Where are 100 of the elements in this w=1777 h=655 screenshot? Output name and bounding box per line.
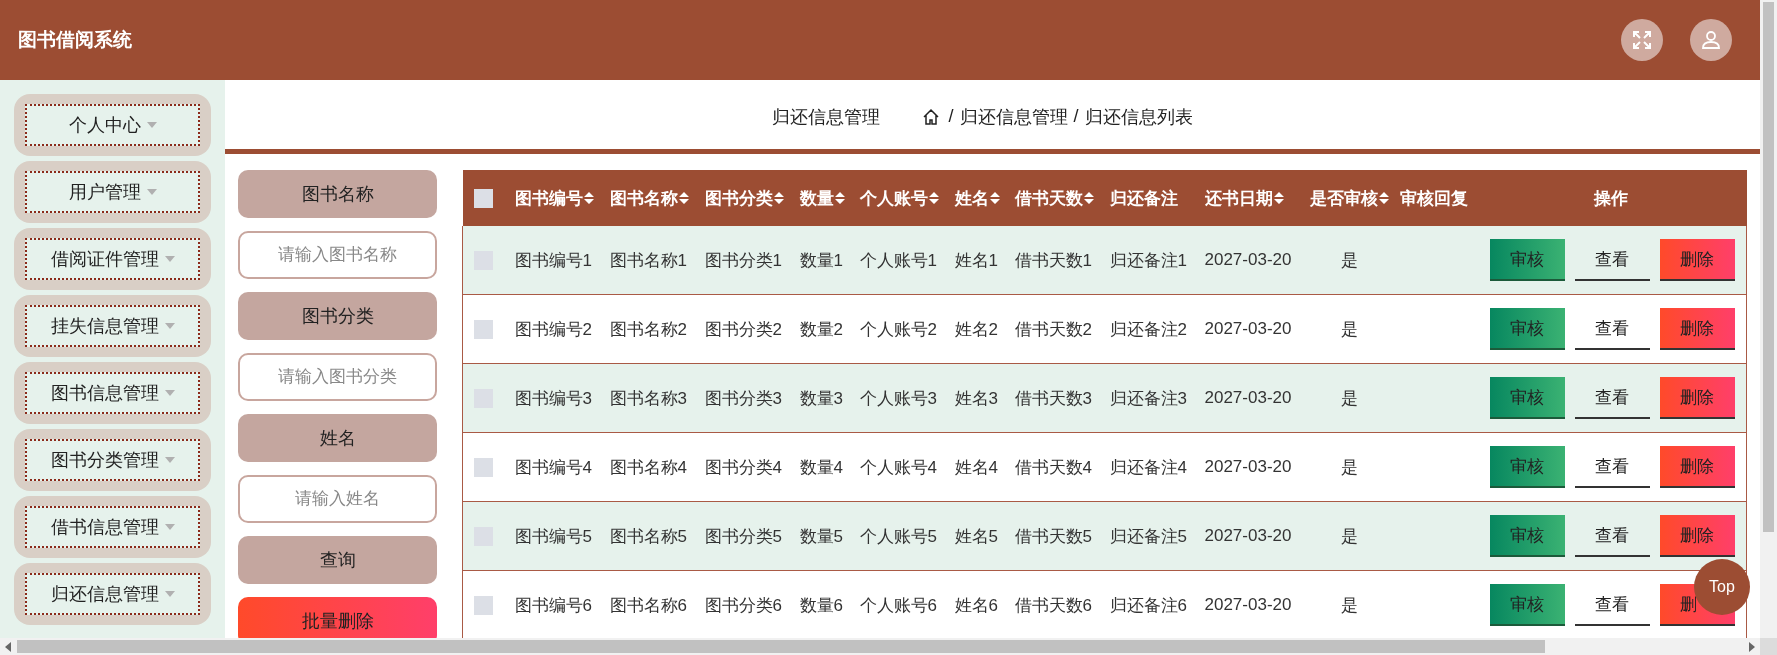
caret-icon	[146, 122, 157, 128]
delete-button[interactable]: 删除	[1659, 446, 1735, 488]
delete-button[interactable]: 删除	[1659, 308, 1735, 350]
review-button[interactable]: 审核	[1489, 446, 1565, 488]
right-arrow-icon[interactable]	[1748, 641, 1756, 652]
table-cell: 2027-03-20	[1204, 526, 1292, 545]
column-header[interactable]: 姓名	[954, 186, 1000, 210]
sidebar-item[interactable]: 借书信息管理	[14, 496, 211, 558]
table-cell: 姓名2	[954, 319, 998, 339]
table-cell: 姓名1	[954, 250, 998, 270]
column-header[interactable]: 图书名称	[609, 186, 689, 210]
table-cell: 数量6	[799, 595, 843, 615]
table-cell: 图书分类2	[704, 319, 782, 339]
table-cell: 借书天数6	[1014, 595, 1092, 615]
fullscreen-button[interactable]	[1621, 19, 1663, 61]
scrollbar-thumb[interactable]	[1763, 2, 1774, 532]
sidebar-item[interactable]: 图书信息管理	[14, 362, 211, 424]
view-button[interactable]: 查看	[1574, 308, 1650, 350]
table-cell: 借书天数4	[1014, 457, 1092, 477]
sort-icon[interactable]	[678, 191, 689, 205]
sort-icon[interactable]	[773, 191, 784, 205]
column-header[interactable]: 是否审核	[1309, 186, 1389, 210]
breadcrumb-item[interactable]: 归还信息列表	[1084, 104, 1193, 129]
table-cell: 图书编号3	[514, 388, 592, 408]
review-button[interactable]: 审核	[1489, 308, 1565, 350]
column-header[interactable]: 操作	[1593, 186, 1628, 210]
table-cell: 2027-03-20	[1204, 250, 1292, 269]
caret-icon	[164, 457, 175, 463]
column-header[interactable]: 还书日期	[1204, 186, 1284, 210]
column-header[interactable]: 个人账号	[859, 186, 939, 210]
column-header[interactable]: 借书天数	[1014, 186, 1094, 210]
table-cell: 数量3	[799, 388, 843, 408]
sidebar-item[interactable]: 借阅证件管理	[14, 228, 211, 290]
review-button[interactable]: 审核	[1489, 515, 1565, 557]
sort-icon[interactable]	[834, 191, 845, 205]
table-cell: 图书分类3	[704, 388, 782, 408]
sort-icon[interactable]	[583, 191, 594, 205]
user-button[interactable]	[1690, 19, 1732, 61]
scrollbar[interactable]	[0, 638, 1760, 655]
input-field[interactable]: 请输入图书分类	[238, 353, 437, 401]
sort-icon[interactable]	[1378, 191, 1389, 205]
column-header[interactable]: 归还备注	[1109, 186, 1178, 210]
delete-button[interactable]: 删除	[1659, 239, 1735, 281]
breadcrumb-item[interactable]: 归还信息管理	[959, 104, 1068, 129]
table-cell: 图书名称6	[609, 595, 687, 615]
table-cell: 是	[1341, 319, 1358, 339]
table-cell: 个人账号3	[859, 388, 937, 408]
sort-icon[interactable]	[1083, 191, 1094, 205]
delete-button[interactable]: 删除	[1659, 377, 1735, 419]
caret-icon	[164, 524, 175, 530]
scrollbar-thumb[interactable]	[17, 640, 1545, 653]
expand-icon	[1632, 30, 1652, 50]
view-button[interactable]: 查看	[1574, 584, 1650, 626]
breadcrumb-separator: /	[948, 106, 954, 127]
sidebar-item[interactable]: 个人中心	[14, 94, 211, 156]
column-header[interactable]: 图书分类	[704, 186, 784, 210]
table-cell: 图书分类5	[704, 526, 782, 546]
checkbox[interactable]	[474, 320, 493, 339]
view-button[interactable]: 查看	[1574, 377, 1650, 419]
table-cell: 借书天数3	[1014, 388, 1092, 408]
sort-icon[interactable]	[1273, 191, 1284, 205]
caret-icon	[146, 189, 157, 195]
column-header[interactable]: 图书编号	[514, 186, 594, 210]
left-arrow-icon[interactable]	[4, 641, 12, 652]
app-title: 图书借阅系统	[18, 28, 132, 52]
checkbox[interactable]	[474, 458, 493, 477]
sort-icon[interactable]	[989, 191, 1000, 205]
checkbox[interactable]	[474, 596, 493, 615]
table-cell: 姓名3	[954, 388, 998, 408]
caret-icon	[164, 390, 175, 396]
sidebar-item[interactable]: 用户管理	[14, 161, 211, 223]
column-header[interactable]: 数量	[799, 186, 845, 210]
table-cell: 是	[1341, 388, 1358, 408]
caret-icon	[164, 323, 175, 329]
scrollbar-corner	[1760, 638, 1777, 655]
filter-label: 图书分类	[238, 292, 437, 340]
sidebar-item[interactable]: 挂失信息管理	[14, 295, 211, 357]
delete-button[interactable]: 删除	[1659, 515, 1735, 557]
table-cell: 个人账号6	[859, 595, 937, 615]
sort-icon[interactable]	[928, 191, 939, 205]
review-button[interactable]: 审核	[1489, 584, 1565, 626]
sidebar-item[interactable]: 图书分类管理	[14, 429, 211, 491]
input-field[interactable]: 请输入图书名称	[238, 231, 437, 279]
home-icon[interactable]	[922, 107, 941, 126]
table-cell: 2027-03-20	[1204, 457, 1292, 476]
column-header[interactable]: 审核回复	[1399, 186, 1468, 210]
checkbox[interactable]	[473, 189, 493, 208]
table-cell: 图书编号5	[514, 526, 592, 546]
batch-delete-button[interactable]: 批量删除	[238, 597, 437, 638]
table-cell: 图书分类6	[704, 595, 782, 615]
input-field[interactable]: 请输入姓名	[238, 475, 437, 523]
review-button[interactable]: 审核	[1489, 377, 1565, 419]
view-button[interactable]: 查看	[1574, 446, 1650, 488]
view-button[interactable]: 查看	[1574, 515, 1650, 557]
sidebar-item[interactable]: 归还信息管理	[14, 563, 211, 625]
review-button[interactable]: 审核	[1489, 239, 1565, 281]
scrollbar[interactable]	[1760, 0, 1777, 638]
view-button[interactable]: 查看	[1574, 239, 1650, 281]
search-button[interactable]: 查询	[238, 536, 437, 584]
table-cell: 图书编号1	[514, 250, 592, 270]
